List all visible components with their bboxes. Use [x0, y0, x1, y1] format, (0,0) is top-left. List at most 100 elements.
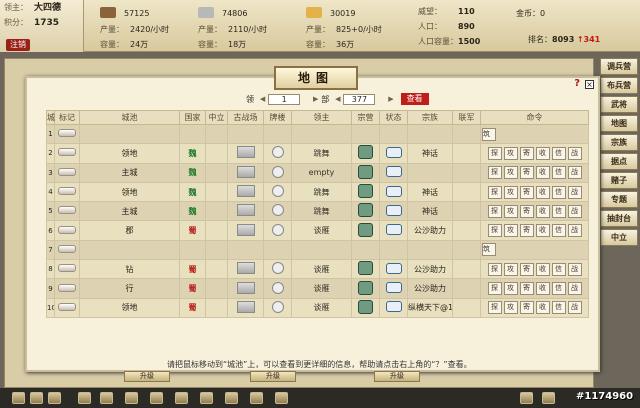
command-button[interactable]: 探 [487, 224, 502, 238]
command-button[interactable]: 战 [567, 282, 582, 296]
upgrade-button-1[interactable]: 升级 [124, 371, 170, 382]
toolbar-button-5[interactable] [100, 392, 113, 404]
mark-icon[interactable] [58, 148, 76, 157]
command-button[interactable]: 探 [487, 301, 502, 315]
view-button[interactable]: 查看 [400, 93, 429, 105]
mark-icon[interactable] [58, 187, 76, 196]
city-name[interactable]: 郡 [79, 220, 180, 241]
tribe-name[interactable]: 公沙助力 [407, 259, 453, 280]
command-button[interactable]: 信 [551, 185, 566, 199]
toolbar-button-2[interactable] [30, 392, 43, 404]
section-prev-icon[interactable]: ◀ [335, 95, 340, 103]
tribe-name[interactable]: 公沙助力 [407, 220, 453, 241]
command-button[interactable]: 寄 [519, 301, 534, 315]
toolbar-button-3[interactable] [48, 392, 61, 404]
command-button[interactable]: 战 [567, 204, 582, 218]
command-button[interactable]: 探 [487, 262, 502, 276]
right-menu-item[interactable]: 调兵营 [600, 58, 638, 75]
right-menu-item[interactable]: 宗族 [600, 134, 638, 151]
mark-icon[interactable] [58, 129, 76, 138]
right-menu-item[interactable]: 专题 [600, 191, 638, 208]
command-button[interactable]: 收 [535, 301, 550, 315]
command-button[interactable]: 寄 [519, 185, 534, 199]
toolbar-button-4[interactable] [78, 392, 91, 404]
city-name[interactable] [79, 123, 180, 145]
tribe-name[interactable] [407, 239, 453, 261]
command-button[interactable]: 信 [551, 146, 566, 160]
command-button[interactable]: 寄 [519, 224, 534, 238]
command-button[interactable]: 攻 [503, 185, 518, 199]
command-button[interactable]: 寄 [519, 204, 534, 218]
city-name[interactable]: 领地 [79, 143, 180, 164]
leader-name[interactable]: 谈雁 [291, 297, 352, 318]
command-button[interactable]: 攻 [503, 166, 518, 180]
command-button[interactable]: 攻 [503, 301, 518, 315]
mark-icon[interactable] [58, 206, 76, 215]
leader-name[interactable] [291, 123, 352, 145]
tribe-name[interactable]: 纵横天下@1 [407, 297, 453, 318]
leader-name[interactable] [291, 239, 352, 261]
city-name[interactable]: 主城 [79, 162, 180, 183]
right-menu-item[interactable]: 据点 [600, 153, 638, 170]
page-prev-icon[interactable]: ◀ [260, 95, 265, 103]
tribe-name[interactable]: 公沙助力 [407, 278, 453, 299]
toolbar-button-9[interactable] [200, 392, 213, 404]
right-menu-item[interactable]: 中立 [600, 229, 638, 246]
mark-icon[interactable] [58, 264, 76, 273]
command-button[interactable]: 探 [487, 185, 502, 199]
command-button[interactable]: 探 [487, 166, 502, 180]
command-button[interactable]: 寄 [519, 166, 534, 180]
city-name[interactable]: 钻 [79, 259, 180, 280]
command-button[interactable]: 收 [535, 185, 550, 199]
help-icon[interactable]: ? [574, 78, 580, 89]
command-button[interactable]: 探 [487, 204, 502, 218]
command-button[interactable]: 收 [535, 282, 550, 296]
command-button[interactable]: 攻 [503, 282, 518, 296]
upgrade-button-3[interactable]: 升级 [374, 371, 420, 382]
upgrade-button-2[interactable]: 升级 [250, 371, 296, 382]
leader-name[interactable]: 谈雁 [291, 220, 352, 241]
command-button[interactable]: 信 [551, 282, 566, 296]
command-button[interactable]: 收 [535, 146, 550, 160]
right-menu-item[interactable]: 布兵营 [600, 77, 638, 94]
leader-name[interactable]: 跳舞 [291, 181, 352, 203]
toolbar-button-14[interactable] [542, 392, 555, 404]
command-button[interactable]: 收 [535, 224, 550, 238]
command-button[interactable]: 战 [567, 146, 582, 160]
close-icon[interactable]: × [585, 80, 594, 89]
leader-name[interactable]: 谈雁 [291, 278, 352, 299]
tribe-name[interactable]: 神话 [407, 201, 453, 222]
command-button[interactable]: 攻 [503, 262, 518, 276]
toolbar-button-7[interactable] [150, 392, 163, 404]
command-button[interactable]: 信 [551, 301, 566, 315]
toolbar-button-8[interactable] [175, 392, 188, 404]
mark-icon[interactable] [58, 244, 76, 253]
command-button[interactable]: 战 [567, 185, 582, 199]
right-menu-item[interactable]: 抽封台 [600, 210, 638, 227]
mark-icon[interactable] [58, 283, 76, 292]
command-button[interactable]: 战 [567, 301, 582, 315]
tribe-name[interactable] [407, 123, 453, 145]
toolbar-button-6[interactable] [125, 392, 138, 404]
command-button[interactable]: 战 [567, 224, 582, 238]
leader-name[interactable]: 谈雁 [291, 259, 352, 280]
command-button[interactable]: 攻 [503, 204, 518, 218]
build-button[interactable]: 筑 [482, 127, 496, 141]
build-button[interactable]: 筑 [482, 243, 496, 257]
section-input[interactable]: 377 [343, 93, 376, 105]
page-next-icon[interactable]: ▶ [313, 95, 318, 103]
command-button[interactable]: 探 [487, 146, 502, 160]
right-menu-item[interactable]: 武将 [600, 96, 638, 113]
tribe-name[interactable]: 神话 [407, 143, 453, 164]
command-button[interactable]: 寄 [519, 282, 534, 296]
city-name[interactable]: 领地 [79, 297, 180, 318]
city-name[interactable]: 行 [79, 278, 180, 299]
command-button[interactable]: 寄 [519, 146, 534, 160]
mark-icon[interactable] [58, 302, 76, 311]
toolbar-button-10[interactable] [225, 392, 238, 404]
logout-button[interactable]: 注销 [6, 39, 30, 51]
leader-name[interactable]: 跳舞 [291, 201, 352, 222]
command-button[interactable]: 战 [567, 262, 582, 276]
mark-icon[interactable] [58, 225, 76, 234]
right-menu-item[interactable]: 地图 [600, 115, 638, 132]
